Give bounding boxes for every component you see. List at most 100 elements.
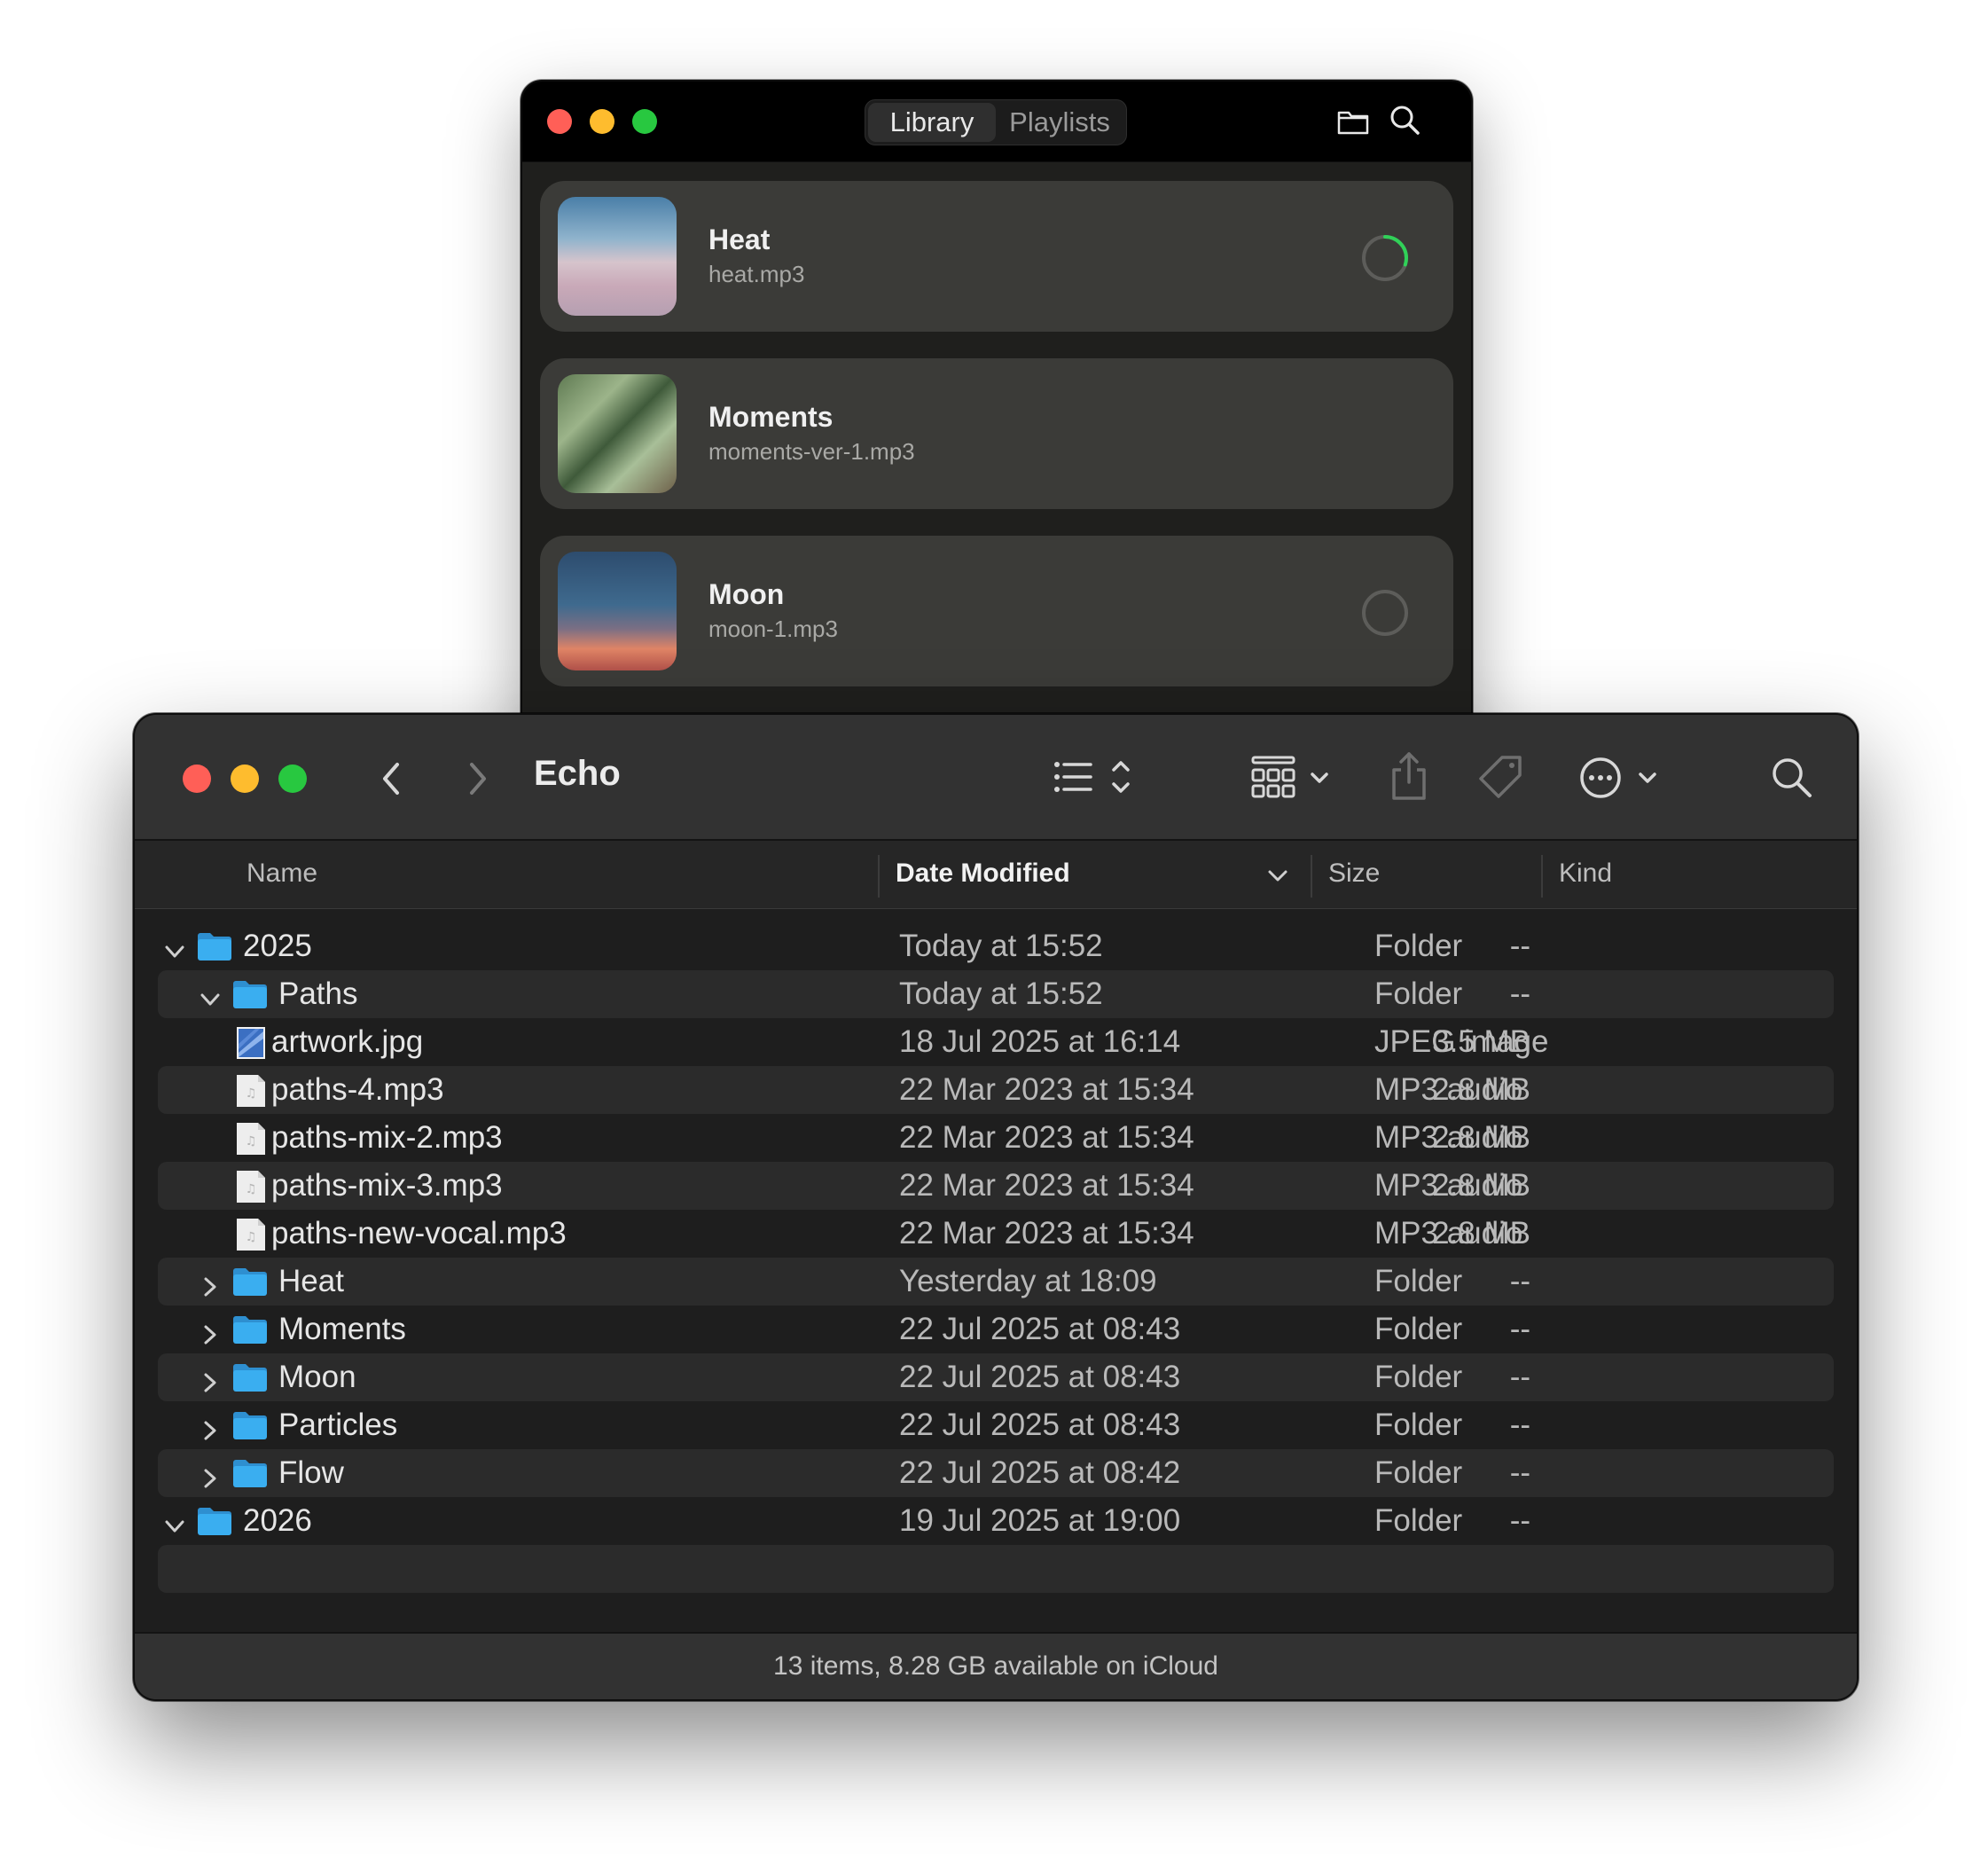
search-icon[interactable] xyxy=(1388,103,1423,143)
sort-chevron-icon[interactable] xyxy=(1266,864,1289,891)
file-name[interactable]: artwork.jpg xyxy=(271,1024,423,1060)
file-kind: Folder xyxy=(1374,1312,1463,1346)
tab-playlists[interactable]: Playlists xyxy=(996,103,1123,142)
album-artwork xyxy=(558,374,677,493)
file-size: -- xyxy=(1509,1312,1530,1346)
folder-icon xyxy=(197,1506,232,1536)
disclosure-expanded-icon[interactable] xyxy=(163,936,186,959)
folder-row[interactable]: Heat Yesterday at 18:09 -- Folder xyxy=(158,1258,1834,1306)
folder-icon xyxy=(232,1362,268,1392)
close-button[interactable] xyxy=(183,764,211,793)
album-artwork xyxy=(558,197,677,316)
track-card[interactable]: Moon moon-1.mp3 xyxy=(540,536,1453,686)
folder-row[interactable]: 2026 19 Jul 2025 at 19:00 -- Folder xyxy=(158,1497,1834,1545)
folder-icon[interactable] xyxy=(1336,105,1370,143)
file-size: -- xyxy=(1509,1360,1530,1394)
file-name[interactable]: paths-mix-3.mp3 xyxy=(271,1168,503,1204)
list-view-icon[interactable] xyxy=(1052,756,1140,804)
track-card[interactable]: Moments moments-ver-1.mp3 xyxy=(540,358,1453,509)
file-row[interactable]: ♫ paths-4.mp3 22 Mar 2023 at 15:34 2.8 MB MP… xyxy=(158,1066,1834,1114)
file-name[interactable]: Moon xyxy=(278,1360,356,1395)
disclosure-collapsed-icon[interactable] xyxy=(199,1271,222,1297)
date-modified: 22 Mar 2023 at 15:34 xyxy=(899,1216,1194,1251)
folder-row[interactable]: Particles 22 Jul 2025 at 08:43 -- Folder xyxy=(158,1401,1834,1449)
folder-icon xyxy=(232,979,268,1009)
tab-library[interactable]: Library xyxy=(868,103,996,142)
file-name[interactable]: Moments xyxy=(278,1312,406,1347)
tag-icon[interactable] xyxy=(1475,754,1525,806)
minimize-button[interactable] xyxy=(590,109,614,134)
file-kind: Folder xyxy=(1374,976,1463,1011)
folder-row[interactable]: Moments 22 Jul 2025 at 08:43 -- Folder xyxy=(158,1306,1834,1353)
column-divider[interactable] xyxy=(878,855,880,898)
file-kind: MP3 audio xyxy=(1374,1120,1523,1155)
svg-text:♫: ♫ xyxy=(246,1182,257,1196)
disclosure-collapsed-icon[interactable] xyxy=(199,1415,222,1440)
zoom-button[interactable] xyxy=(632,109,657,134)
library-playlists-segmented-control: Library Playlists xyxy=(865,99,1127,145)
date-modified: 22 Mar 2023 at 15:34 xyxy=(899,1168,1194,1203)
track-list: Heat heat.mp3 Moments moments-ver-1.mp3 … xyxy=(540,181,1453,713)
file-kind: Folder xyxy=(1374,1264,1463,1298)
minimize-button[interactable] xyxy=(231,764,259,793)
track-filename: heat.mp3 xyxy=(708,261,805,287)
svg-text:♫: ♫ xyxy=(246,1086,257,1101)
audio-file-icon: ♫ xyxy=(236,1122,266,1156)
window-title: Echo xyxy=(534,754,621,793)
folder-row[interactable]: 2025 Today at 15:52 -- Folder xyxy=(158,922,1834,970)
track-title: Heat xyxy=(708,223,771,255)
download-progress-ring[interactable] xyxy=(1361,234,1409,282)
file-row[interactable]: ♫ paths-new-vocal.mp3 22 Mar 2023 at 15:34… xyxy=(158,1210,1834,1258)
empty-row xyxy=(158,1545,1834,1593)
disclosure-collapsed-icon[interactable] xyxy=(199,1367,222,1392)
finder-window: Echo Name Date Modified Size Kind 2025 T… xyxy=(133,713,1859,1701)
track-card[interactable]: Heat heat.mp3 xyxy=(540,181,1453,332)
folder-icon xyxy=(232,1458,268,1488)
file-name[interactable]: Heat xyxy=(278,1264,344,1299)
file-name[interactable]: Paths xyxy=(278,976,358,1012)
date-modified: 22 Mar 2023 at 15:34 xyxy=(899,1072,1194,1107)
file-size: -- xyxy=(1509,929,1530,963)
disclosure-expanded-icon[interactable] xyxy=(163,1510,186,1533)
file-row[interactable]: ♫ paths-mix-3.mp3 22 Mar 2023 at 15:34 2.8 … xyxy=(158,1162,1834,1210)
track-title: Moon xyxy=(708,578,785,610)
file-name[interactable]: paths-mix-2.mp3 xyxy=(271,1120,503,1156)
file-name[interactable]: Particles xyxy=(278,1407,397,1443)
column-divider[interactable] xyxy=(1311,855,1312,898)
file-size: -- xyxy=(1509,1503,1530,1538)
file-name[interactable]: paths-4.mp3 xyxy=(271,1072,444,1108)
more-icon[interactable] xyxy=(1578,754,1671,806)
audio-file-icon: ♫ xyxy=(236,1170,266,1204)
share-icon[interactable] xyxy=(1389,750,1429,806)
status-bar: 13 items, 8.28 GB available on iCloud xyxy=(135,1632,1857,1699)
file-name[interactable]: Flow xyxy=(278,1455,344,1491)
zoom-button[interactable] xyxy=(278,764,307,793)
column-size[interactable]: Size xyxy=(1328,859,1380,889)
file-name[interactable]: 2026 xyxy=(243,1503,312,1539)
file-name[interactable]: 2025 xyxy=(243,929,312,964)
folder-icon xyxy=(232,1314,268,1345)
disclosure-collapsed-icon[interactable] xyxy=(199,1319,222,1345)
date-modified: Today at 15:52 xyxy=(899,929,1103,963)
forward-icon[interactable] xyxy=(456,754,500,804)
column-date-modified[interactable]: Date Modified xyxy=(896,859,1070,889)
file-name[interactable]: paths-new-vocal.mp3 xyxy=(271,1216,567,1251)
search-icon[interactable] xyxy=(1770,756,1814,804)
close-button[interactable] xyxy=(547,109,572,134)
folder-row[interactable]: Paths Today at 15:52 -- Folder xyxy=(158,970,1834,1018)
folder-row[interactable]: Flow 22 Jul 2025 at 08:42 -- Folder xyxy=(158,1449,1834,1497)
disclosure-expanded-icon[interactable] xyxy=(199,984,222,1007)
file-kind: Folder xyxy=(1374,1503,1463,1538)
group-icon[interactable] xyxy=(1250,754,1339,806)
disclosure-collapsed-icon[interactable] xyxy=(199,1462,222,1488)
file-row[interactable]: ♫ paths-mix-2.mp3 22 Mar 2023 at 15:34 2.8 … xyxy=(158,1114,1834,1162)
file-kind: JPEG image xyxy=(1374,1024,1549,1059)
column-divider[interactable] xyxy=(1541,855,1543,898)
date-modified: 22 Jul 2025 at 08:42 xyxy=(899,1455,1181,1490)
column-name[interactable]: Name xyxy=(247,859,317,889)
folder-row[interactable]: Moon 22 Jul 2025 at 08:43 -- Folder xyxy=(158,1353,1834,1401)
column-kind[interactable]: Kind xyxy=(1559,859,1612,889)
file-row[interactable]: artwork.jpg 18 Jul 2025 at 16:14 3.5 MB JPE… xyxy=(158,1018,1834,1066)
download-ring[interactable] xyxy=(1361,589,1409,637)
back-icon[interactable] xyxy=(369,754,413,804)
